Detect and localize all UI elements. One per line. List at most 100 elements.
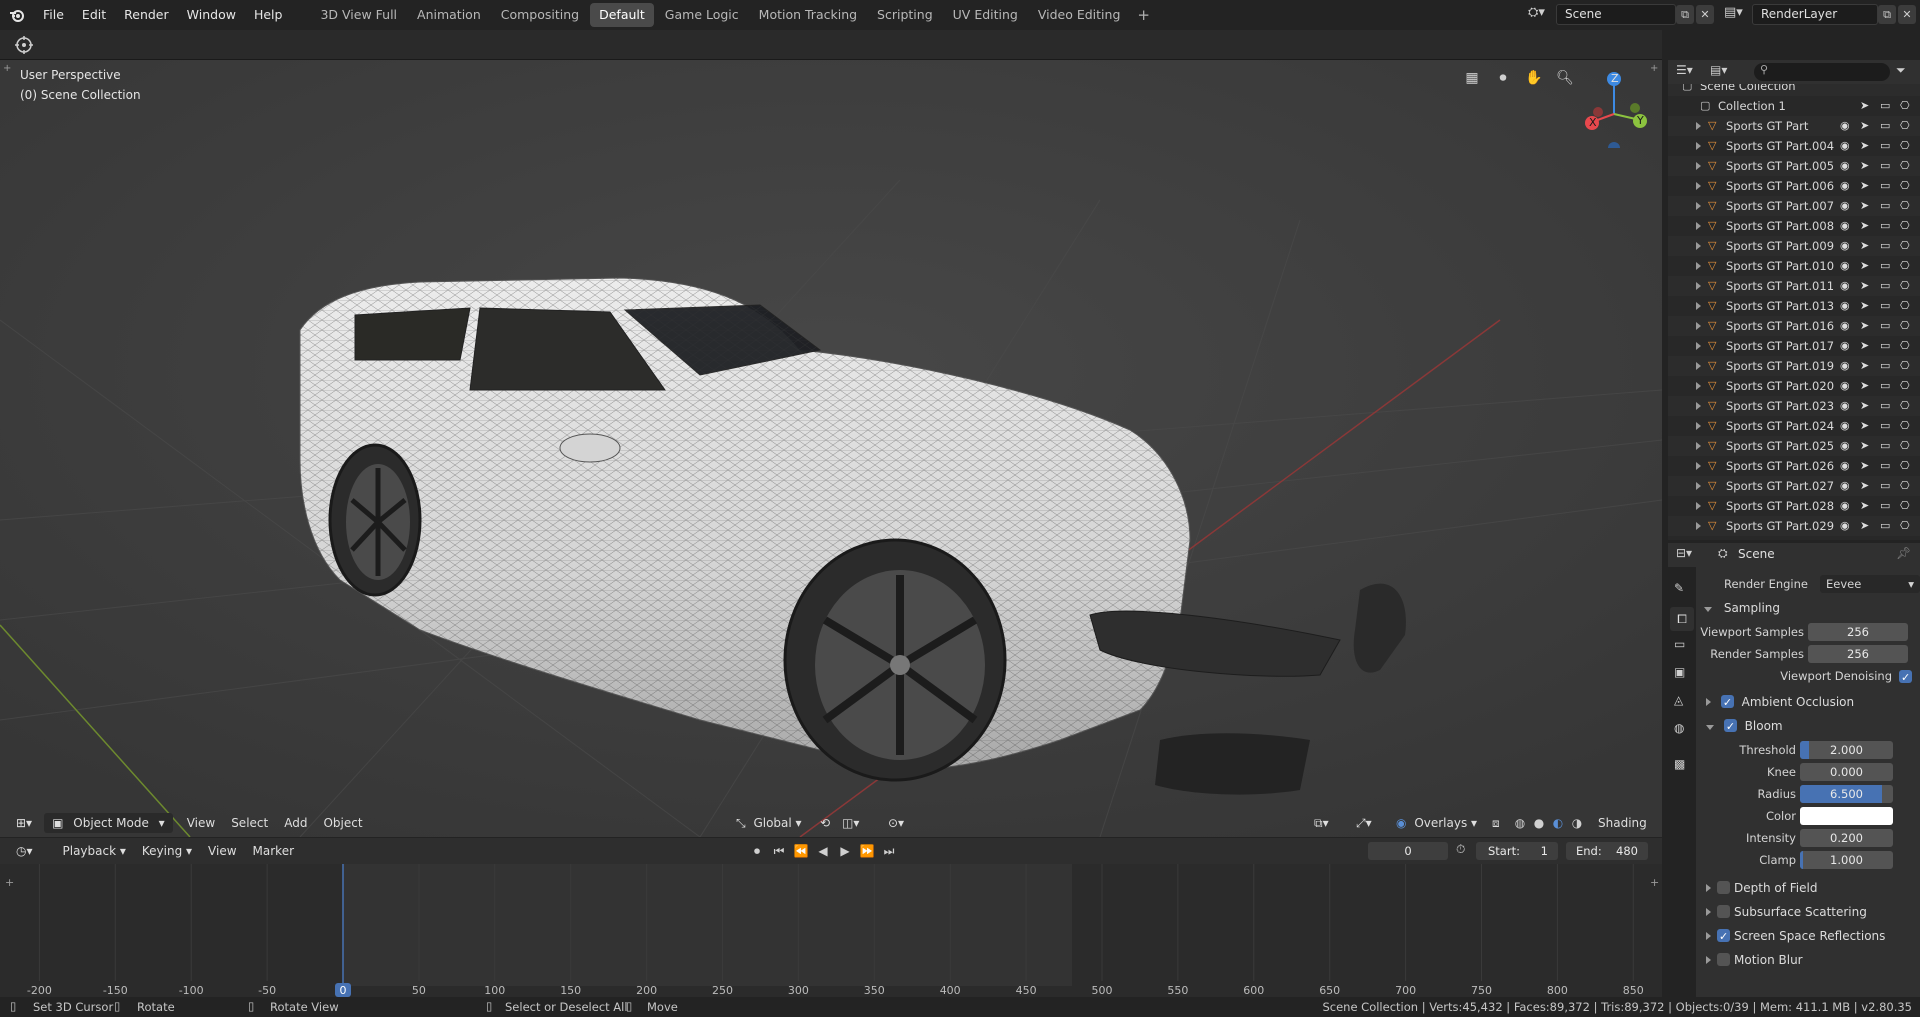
- select-arrow-icon[interactable]: ➤: [1860, 96, 1869, 116]
- panel-motion-blur-header[interactable]: Motion Blur: [1696, 949, 1920, 971]
- current-frame-field[interactable]: 0: [1368, 842, 1448, 860]
- select-arrow-icon[interactable]: ➤: [1860, 236, 1869, 256]
- viewport-display-icon[interactable]: ▭: [1880, 396, 1890, 416]
- render-camera-icon[interactable]: ⎔: [1900, 296, 1910, 316]
- viewport-display-icon[interactable]: ▭: [1880, 176, 1890, 196]
- render-camera-icon[interactable]: ⎔: [1900, 236, 1910, 256]
- filter-icon[interactable]: ⏷: [1896, 63, 1906, 78]
- expand-arrow-icon[interactable]: [1696, 156, 1701, 176]
- new-scene-icon[interactable]: ⧉: [1676, 5, 1694, 24]
- grid-view-icon[interactable]: ▦: [1462, 70, 1482, 90]
- select-arrow-icon[interactable]: ➤: [1860, 316, 1869, 336]
- select-arrow-icon[interactable]: ➤: [1860, 216, 1869, 236]
- timeline-menu-playback[interactable]: Playback ▾: [55, 841, 134, 861]
- render-camera-icon[interactable]: ⎔: [1900, 396, 1910, 416]
- ambient-occlusion-checkbox[interactable]: [1720, 692, 1734, 714]
- eye-icon[interactable]: ◉: [1840, 456, 1850, 476]
- viewport-display-icon[interactable]: ▭: [1880, 496, 1890, 516]
- play-reverse-icon[interactable]: ◀: [814, 844, 832, 859]
- pin-icon[interactable]: 📌︎: [1896, 546, 1911, 560]
- expand-arrow-icon[interactable]: [1696, 316, 1701, 336]
- jump-keyframe-forward-icon[interactable]: ⏩: [858, 844, 876, 859]
- outliner-object-row[interactable]: ▽ Sports GT Part.009 ◉ ➤ ▭ ⎔: [1668, 236, 1920, 256]
- eye-icon[interactable]: ◉: [1840, 236, 1850, 256]
- eye-icon[interactable]: ◉: [1840, 196, 1850, 216]
- scene-selector-icon[interactable]: ⛭▾: [1528, 5, 1554, 24]
- collapse-left-icon[interactable]: +: [3, 63, 11, 74]
- select-arrow-icon[interactable]: ➤: [1860, 416, 1869, 436]
- select-arrow-icon[interactable]: ➤: [1860, 176, 1869, 196]
- select-arrow-icon[interactable]: ➤: [1860, 116, 1869, 136]
- render-tab-icon[interactable]: ⧠: [1670, 607, 1694, 631]
- xray-icon[interactable]: ⧈: [1484, 813, 1508, 833]
- viewport-display-icon[interactable]: ▭: [1880, 196, 1890, 216]
- collapse-right-icon[interactable]: +: [1650, 63, 1658, 74]
- viewport-denoising-checkbox[interactable]: [1899, 667, 1912, 689]
- outliner-object-row[interactable]: ▽ Sports GT Part.029 ◉ ➤ ▭ ⎔: [1668, 516, 1920, 536]
- render-camera-icon[interactable]: ⎔: [1900, 256, 1910, 276]
- render-camera-icon[interactable]: ⎔: [1900, 316, 1910, 336]
- select-arrow-icon[interactable]: ➤: [1860, 496, 1869, 516]
- eye-icon[interactable]: ◉: [1840, 256, 1850, 276]
- ambient-occlusion-panel-header[interactable]: Ambient Occlusion: [1696, 691, 1920, 714]
- viewport-menu-object[interactable]: Object: [315, 813, 370, 833]
- outliner-object-row[interactable]: ▽ Sports GT Part.020 ◉ ➤ ▭ ⎔: [1668, 376, 1920, 396]
- tool-tab-icon[interactable]: ✎: [1674, 581, 1684, 595]
- expand-arrow-icon[interactable]: [1696, 296, 1701, 316]
- viewport-menu-select[interactable]: Select: [223, 813, 276, 833]
- select-arrow-icon[interactable]: ➤: [1860, 476, 1869, 496]
- viewport-display-icon[interactable]: ▭: [1880, 356, 1890, 376]
- render-camera-icon[interactable]: ⎔: [1900, 516, 1910, 536]
- eye-icon[interactable]: ◉: [1840, 356, 1850, 376]
- snap-icon[interactable]: ◫▾: [834, 813, 867, 833]
- tab-motion-tracking[interactable]: Motion Tracking: [750, 3, 866, 27]
- tab-video-editing[interactable]: Video Editing: [1029, 3, 1130, 27]
- outliner-object-row[interactable]: ▽ Sports GT Part.025 ◉ ➤ ▭ ⎔: [1668, 436, 1920, 456]
- bloom-threshold-field[interactable]: 2.000: [1800, 741, 1893, 759]
- expand-arrow-icon[interactable]: [1696, 516, 1701, 536]
- viewport-samples-field[interactable]: 256: [1808, 623, 1908, 641]
- menu-file[interactable]: File: [34, 0, 73, 30]
- mode-selector[interactable]: ▣ Object Mode ▾: [44, 812, 173, 833]
- expand-arrow-icon[interactable]: [1696, 416, 1701, 436]
- select-arrow-icon[interactable]: ➤: [1860, 196, 1869, 216]
- eye-icon[interactable]: ◉: [1840, 496, 1850, 516]
- eye-icon[interactable]: ◉: [1840, 516, 1850, 536]
- expand-arrow-icon[interactable]: [1696, 496, 1701, 516]
- panel-subsurface-scattering-checkbox[interactable]: [1717, 905, 1730, 918]
- outliner-editor-icon[interactable]: ☰▾: [1676, 63, 1693, 77]
- panel-depth-of-field-header[interactable]: Depth of Field: [1696, 877, 1920, 899]
- pan-hand-icon[interactable]: ✋: [1524, 70, 1544, 90]
- view-layer-tab-icon[interactable]: ▣: [1674, 665, 1685, 679]
- expand-arrow-icon[interactable]: [1696, 356, 1701, 376]
- expand-arrow-icon[interactable]: [1696, 136, 1701, 156]
- tab-animation[interactable]: Animation: [408, 3, 490, 27]
- tab-3d-view-full[interactable]: 3D View Full: [311, 3, 406, 27]
- record-icon[interactable]: ⏺: [748, 844, 766, 859]
- transform-orientation[interactable]: ⤡ Global ▾: [728, 813, 810, 833]
- outliner-object-row[interactable]: ▽ Sports GT Part ◉ ➤ ▭ ⎔: [1668, 116, 1920, 136]
- outliner-object-row[interactable]: ▽ Sports GT Part.016 ◉ ➤ ▭ ⎔: [1668, 316, 1920, 336]
- render-camera-icon[interactable]: ⎔: [1900, 176, 1910, 196]
- render-camera-icon[interactable]: ⎔: [1900, 96, 1910, 116]
- render-camera-icon[interactable]: ⎔: [1900, 156, 1910, 176]
- viewport-display-icon[interactable]: ▭: [1880, 116, 1890, 136]
- render-camera-icon[interactable]: ⎔: [1900, 376, 1910, 396]
- bloom-checkbox[interactable]: [1723, 716, 1737, 738]
- scene-tab-icon[interactable]: ◬: [1674, 693, 1683, 707]
- menu-window[interactable]: Window: [178, 0, 245, 30]
- bloom-intensity-field[interactable]: 0.200: [1800, 829, 1893, 847]
- eye-icon[interactable]: ◉: [1840, 156, 1850, 176]
- editor-type-icon[interactable]: ⊞▾: [8, 813, 40, 833]
- render-camera-icon[interactable]: ⎔: [1900, 356, 1910, 376]
- select-arrow-icon[interactable]: ➤: [1860, 436, 1869, 456]
- expand-arrow-icon[interactable]: [1696, 436, 1701, 456]
- end-frame-field[interactable]: End: 480: [1566, 842, 1648, 860]
- eye-icon[interactable]: ◉: [1840, 136, 1850, 156]
- viewport-display-icon[interactable]: ▭: [1880, 336, 1890, 356]
- viewport-display-icon[interactable]: ▭: [1880, 516, 1890, 536]
- view-layer-icon[interactable]: ▤▾: [1724, 5, 1750, 24]
- bloom-color-field[interactable]: [1800, 807, 1893, 825]
- eye-icon[interactable]: ◉: [1840, 176, 1850, 196]
- outliner-object-row[interactable]: ▽ Sports GT Part.027 ◉ ➤ ▭ ⎔: [1668, 476, 1920, 496]
